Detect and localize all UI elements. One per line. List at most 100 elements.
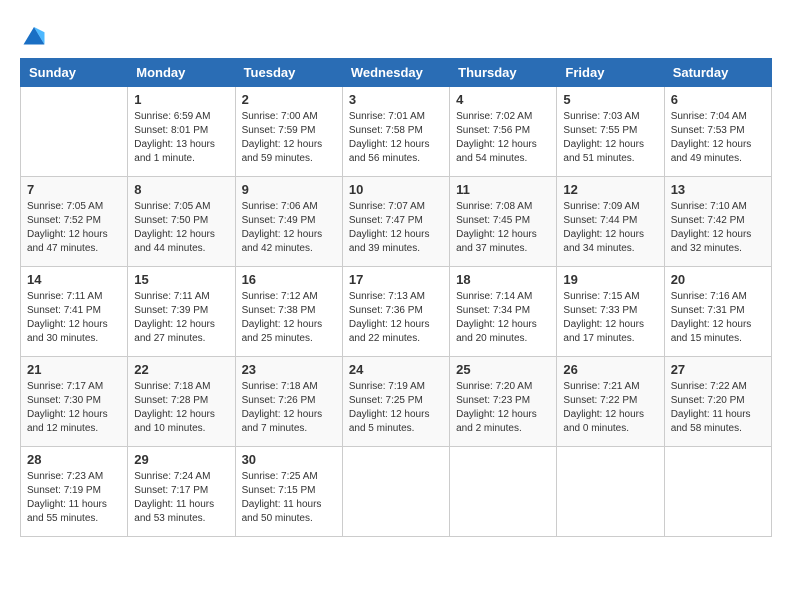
day-info: Sunrise: 7:05 AM Sunset: 7:50 PM Dayligh… [134,200,228,256]
calendar-day-cell: 3 Sunrise: 7:01 AM Sunset: 7:58 PM Daylig… [342,87,449,177]
day-number: 14 [27,272,121,287]
day-number: 29 [134,452,228,467]
calendar-day-cell: 24 Sunrise: 7:19 AM Sunset: 7:25 PM Dayli… [342,357,449,447]
day-number: 11 [456,182,550,197]
calendar-day-cell: 10 Sunrise: 7:07 AM Sunset: 7:47 PM Dayli… [342,177,449,267]
calendar-day-cell: 27 Sunrise: 7:22 AM Sunset: 7:20 PM Dayli… [664,357,771,447]
day-number: 15 [134,272,228,287]
day-number: 5 [563,92,657,107]
day-number: 26 [563,362,657,377]
day-number: 8 [134,182,228,197]
calendar-day-cell: 30 Sunrise: 7:25 AM Sunset: 7:15 PM Dayli… [235,447,342,537]
day-info: Sunrise: 7:07 AM Sunset: 7:47 PM Dayligh… [349,200,443,256]
day-number: 28 [27,452,121,467]
day-info: Sunrise: 7:18 AM Sunset: 7:28 PM Dayligh… [134,380,228,436]
calendar-week-row: 1Sunrise: 6:59 AM Sunset: 8:01 PM Daylig… [21,87,772,177]
calendar-day-cell: 25 Sunrise: 7:20 AM Sunset: 7:23 PM Dayli… [450,357,557,447]
calendar-week-row: 14 Sunrise: 7:11 AM Sunset: 7:41 PM Dayli… [21,267,772,357]
day-info: Sunrise: 7:12 AM Sunset: 7:38 PM Dayligh… [242,290,336,346]
calendar-day-cell: 23 Sunrise: 7:18 AM Sunset: 7:26 PM Dayli… [235,357,342,447]
calendar-day-cell: 1Sunrise: 6:59 AM Sunset: 8:01 PM Daylig… [128,87,235,177]
calendar-day-cell: 7 Sunrise: 7:05 AM Sunset: 7:52 PM Daylig… [21,177,128,267]
day-info: Sunrise: 7:13 AM Sunset: 7:36 PM Dayligh… [349,290,443,346]
page-header [20,20,772,48]
day-info: Sunrise: 7:14 AM Sunset: 7:34 PM Dayligh… [456,290,550,346]
day-info: Sunrise: 7:20 AM Sunset: 7:23 PM Dayligh… [456,380,550,436]
day-number: 23 [242,362,336,377]
calendar-day-header: Tuesday [235,59,342,87]
calendar-day-header: Monday [128,59,235,87]
day-number: 27 [671,362,765,377]
calendar-day-cell: 5 Sunrise: 7:03 AM Sunset: 7:55 PM Daylig… [557,87,664,177]
calendar-day-cell [557,447,664,537]
day-number: 21 [27,362,121,377]
day-info: Sunrise: 7:22 AM Sunset: 7:20 PM Dayligh… [671,380,765,436]
day-info: Sunrise: 7:17 AM Sunset: 7:30 PM Dayligh… [27,380,121,436]
calendar-day-cell: 28 Sunrise: 7:23 AM Sunset: 7:19 PM Dayli… [21,447,128,537]
calendar-day-cell: 9 Sunrise: 7:06 AM Sunset: 7:49 PM Daylig… [235,177,342,267]
day-number: 2 [242,92,336,107]
calendar-day-cell: 22 Sunrise: 7:18 AM Sunset: 7:28 PM Dayli… [128,357,235,447]
calendar-day-cell: 14 Sunrise: 7:11 AM Sunset: 7:41 PM Dayli… [21,267,128,357]
calendar-day-cell: 2 Sunrise: 7:00 AM Sunset: 7:59 PM Daylig… [235,87,342,177]
calendar-day-header: Friday [557,59,664,87]
calendar-day-cell: 21 Sunrise: 7:17 AM Sunset: 7:30 PM Dayli… [21,357,128,447]
day-info: Sunrise: 7:19 AM Sunset: 7:25 PM Dayligh… [349,380,443,436]
day-number: 12 [563,182,657,197]
calendar-day-header: Thursday [450,59,557,87]
day-info: Sunrise: 7:25 AM Sunset: 7:15 PM Dayligh… [242,470,336,526]
day-number: 17 [349,272,443,287]
day-number: 1 [134,92,228,107]
calendar-day-cell: 15 Sunrise: 7:11 AM Sunset: 7:39 PM Dayli… [128,267,235,357]
logo [20,20,54,48]
day-number: 25 [456,362,550,377]
day-number: 9 [242,182,336,197]
day-info: Sunrise: 7:01 AM Sunset: 7:58 PM Dayligh… [349,110,443,166]
day-info: Sunrise: 7:00 AM Sunset: 7:59 PM Dayligh… [242,110,336,166]
calendar-week-row: 28 Sunrise: 7:23 AM Sunset: 7:19 PM Dayli… [21,447,772,537]
day-number: 30 [242,452,336,467]
day-info: Sunrise: 7:16 AM Sunset: 7:31 PM Dayligh… [671,290,765,346]
calendar-day-cell: 16 Sunrise: 7:12 AM Sunset: 7:38 PM Dayli… [235,267,342,357]
day-info: Sunrise: 7:15 AM Sunset: 7:33 PM Dayligh… [563,290,657,346]
calendar-day-cell: 29Sunrise: 7:24 AM Sunset: 7:17 PM Dayli… [128,447,235,537]
day-info: Sunrise: 7:21 AM Sunset: 7:22 PM Dayligh… [563,380,657,436]
calendar-table: SundayMondayTuesdayWednesdayThursdayFrid… [20,58,772,537]
day-number: 24 [349,362,443,377]
day-info: Sunrise: 7:06 AM Sunset: 7:49 PM Dayligh… [242,200,336,256]
day-info: Sunrise: 7:11 AM Sunset: 7:41 PM Dayligh… [27,290,121,346]
calendar-day-cell: 20 Sunrise: 7:16 AM Sunset: 7:31 PM Dayli… [664,267,771,357]
day-info: Sunrise: 7:02 AM Sunset: 7:56 PM Dayligh… [456,110,550,166]
day-number: 6 [671,92,765,107]
calendar-day-cell [342,447,449,537]
logo-icon [20,20,48,48]
day-info: Sunrise: 7:05 AM Sunset: 7:52 PM Dayligh… [27,200,121,256]
calendar-day-cell: 13Sunrise: 7:10 AM Sunset: 7:42 PM Dayli… [664,177,771,267]
calendar-day-cell: 17 Sunrise: 7:13 AM Sunset: 7:36 PM Dayli… [342,267,449,357]
calendar-day-cell: 11 Sunrise: 7:08 AM Sunset: 7:45 PM Dayli… [450,177,557,267]
day-info: Sunrise: 7:04 AM Sunset: 7:53 PM Dayligh… [671,110,765,166]
day-info: Sunrise: 7:03 AM Sunset: 7:55 PM Dayligh… [563,110,657,166]
calendar-day-header: Sunday [21,59,128,87]
day-info: Sunrise: 7:10 AM Sunset: 7:42 PM Dayligh… [671,200,765,256]
day-info: Sunrise: 7:08 AM Sunset: 7:45 PM Dayligh… [456,200,550,256]
calendar-header-row: SundayMondayTuesdayWednesdayThursdayFrid… [21,59,772,87]
day-number: 3 [349,92,443,107]
day-number: 10 [349,182,443,197]
calendar-week-row: 21 Sunrise: 7:17 AM Sunset: 7:30 PM Dayli… [21,357,772,447]
calendar-day-cell [664,447,771,537]
day-info: Sunrise: 7:11 AM Sunset: 7:39 PM Dayligh… [134,290,228,346]
calendar-day-cell: 6 Sunrise: 7:04 AM Sunset: 7:53 PM Daylig… [664,87,771,177]
day-number: 20 [671,272,765,287]
calendar-day-cell: 8 Sunrise: 7:05 AM Sunset: 7:50 PM Daylig… [128,177,235,267]
day-number: 18 [456,272,550,287]
day-number: 16 [242,272,336,287]
day-number: 22 [134,362,228,377]
day-number: 19 [563,272,657,287]
day-number: 7 [27,182,121,197]
calendar-day-cell: 19 Sunrise: 7:15 AM Sunset: 7:33 PM Dayli… [557,267,664,357]
calendar-day-header: Saturday [664,59,771,87]
day-info: Sunrise: 7:23 AM Sunset: 7:19 PM Dayligh… [27,470,121,526]
calendar-day-cell: 26 Sunrise: 7:21 AM Sunset: 7:22 PM Dayli… [557,357,664,447]
day-info: Sunrise: 7:18 AM Sunset: 7:26 PM Dayligh… [242,380,336,436]
